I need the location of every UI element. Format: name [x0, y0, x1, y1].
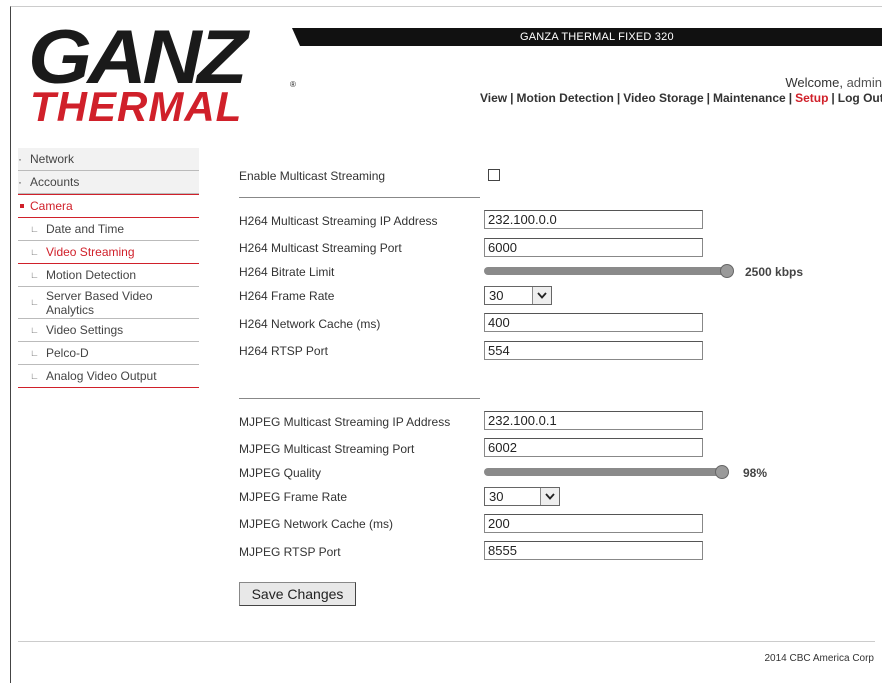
- select-value: 30: [489, 489, 504, 504]
- mjpeg-rtsp-label: MJPEG RTSP Port: [239, 545, 341, 559]
- section-divider: [239, 398, 480, 399]
- top-navigation: View | Motion Detection | Video Storage | Main…: [480, 91, 882, 105]
- sidebar-item-label: Server Based Video: [46, 289, 153, 303]
- welcome-text: Welcome,: [785, 75, 843, 90]
- sub-item-marker-icon: ∟: [30, 371, 39, 381]
- mjpeg-port-input[interactable]: [484, 438, 703, 457]
- sidebar-item-label: Video Streaming: [46, 245, 135, 259]
- sidebar-item-label: Analog Video Output: [46, 369, 157, 383]
- slider-track: [484, 267, 727, 275]
- h264-framerate-select[interactable]: 30: [484, 286, 552, 305]
- nav-setup[interactable]: Setup: [795, 91, 828, 105]
- setup-sidebar: Network Accounts Camera ∟ Date and Time ∟…: [18, 148, 199, 388]
- sub-item-marker-icon: ∟: [30, 348, 39, 358]
- mjpeg-quality-value: 98%: [743, 466, 768, 480]
- h264-cache-input[interactable]: [484, 313, 703, 332]
- mjpeg-quality-slider[interactable]: [484, 465, 734, 479]
- mjpeg-framerate-select[interactable]: 30: [484, 487, 560, 506]
- nav-separator: |: [510, 91, 514, 105]
- sidebar-item-motion-detection[interactable]: ∟ Motion Detection: [18, 264, 199, 287]
- enable-multicast-checkbox[interactable]: [488, 169, 500, 181]
- h264-rtsp-label: H264 RTSP Port: [239, 344, 328, 358]
- nav-log-out[interactable]: Log Out: [838, 91, 882, 105]
- sub-item-marker-icon: ∟: [30, 325, 39, 335]
- section-divider: [239, 197, 480, 198]
- slider-thumb[interactable]: [715, 465, 730, 479]
- mjpeg-cache-input[interactable]: [484, 514, 703, 533]
- nav-separator: |: [706, 91, 711, 105]
- h264-bitrate-value: 2500 kbps: [745, 265, 804, 279]
- username: admin: [846, 75, 882, 90]
- sidebar-item-server-analytics[interactable]: ∟ Server Based Video Analytics: [18, 287, 199, 319]
- sidebar-item-analog-output[interactable]: ∟ Analog Video Output: [18, 365, 199, 388]
- sub-item-marker-icon: ∟: [30, 224, 39, 234]
- registered-mark: ®: [290, 80, 296, 89]
- sub-item-marker-icon: ∟: [30, 297, 39, 307]
- h264-bitrate-slider[interactable]: [484, 264, 734, 278]
- h264-ip-input[interactable]: [484, 210, 703, 229]
- sidebar-item-video-streaming[interactable]: ∟ Video Streaming: [18, 241, 199, 264]
- h264-bitrate-label: H264 Bitrate Limit: [239, 265, 335, 279]
- sidebar-item-label: Motion Detection: [46, 268, 137, 282]
- slider-track: [484, 468, 723, 476]
- sidebar-item-camera[interactable]: Camera: [18, 194, 199, 218]
- header-bar-notch: [292, 28, 300, 46]
- mjpeg-framerate-label: MJPEG Frame Rate: [239, 490, 348, 504]
- welcome-message: Welcome, admin: [785, 75, 882, 90]
- mjpeg-rtsp-input[interactable]: [484, 541, 703, 560]
- nav-maintenance[interactable]: Maintenance: [713, 91, 786, 105]
- mjpeg-ip-label: MJPEG Multicast Streaming IP Address: [239, 415, 451, 429]
- sidebar-item-label-line2: Analytics: [46, 303, 95, 317]
- logo-thermal: THERMAL: [30, 83, 243, 130]
- mjpeg-quality-label: MJPEG Quality: [239, 466, 322, 480]
- footer-divider: [18, 641, 875, 642]
- nav-separator: |: [831, 91, 835, 105]
- sidebar-item-label: Date and Time: [46, 222, 125, 236]
- nav-video-storage[interactable]: Video Storage: [623, 91, 703, 105]
- header-bar: GANZA THERMAL FIXED 320: [300, 28, 882, 46]
- sidebar-item-video-settings[interactable]: ∟ Video Settings: [18, 319, 199, 342]
- mjpeg-ip-input[interactable]: [484, 411, 703, 430]
- h264-port-label: H264 Multicast Streaming Port: [239, 241, 402, 255]
- nav-separator: |: [616, 91, 621, 105]
- nav-motion-detection[interactable]: Motion Detection: [517, 91, 614, 105]
- h264-cache-label: H264 Network Cache (ms): [239, 317, 381, 331]
- sidebar-item-label: Video Settings: [46, 323, 124, 337]
- h264-port-input[interactable]: [484, 238, 703, 257]
- sub-item-marker-icon: ∟: [30, 247, 39, 257]
- sidebar-item-pelco-d[interactable]: ∟ Pelco-D: [18, 342, 199, 365]
- enable-multicast-label: Enable Multicast Streaming: [239, 169, 386, 183]
- chevron-down-icon[interactable]: [540, 488, 559, 505]
- footer-copyright: 2014 CBC America Corp: [764, 653, 875, 664]
- slider-thumb[interactable]: [720, 264, 734, 278]
- sidebar-item-network[interactable]: Network: [18, 148, 199, 171]
- save-changes-button[interactable]: Save Changes: [239, 582, 356, 606]
- h264-ip-label: H264 Multicast Streaming IP Address: [239, 214, 438, 228]
- sidebar-item-accounts[interactable]: Accounts: [18, 171, 199, 194]
- select-value: 30: [489, 288, 504, 303]
- mjpeg-cache-label: MJPEG Network Cache (ms): [239, 517, 394, 531]
- nav-view[interactable]: View: [480, 91, 507, 105]
- chevron-down-icon[interactable]: [532, 287, 551, 304]
- device-title: GANZA THERMAL FIXED 320: [520, 31, 674, 43]
- h264-framerate-label: H264 Frame Rate: [239, 289, 335, 303]
- h264-rtsp-input[interactable]: [484, 341, 703, 360]
- nav-separator: |: [788, 91, 793, 105]
- mjpeg-port-label: MJPEG Multicast Streaming Port: [239, 442, 415, 456]
- sub-item-marker-icon: ∟: [30, 270, 39, 280]
- sidebar-item-label: Pelco-D: [46, 346, 89, 360]
- sidebar-item-date-time[interactable]: ∟ Date and Time: [18, 218, 199, 241]
